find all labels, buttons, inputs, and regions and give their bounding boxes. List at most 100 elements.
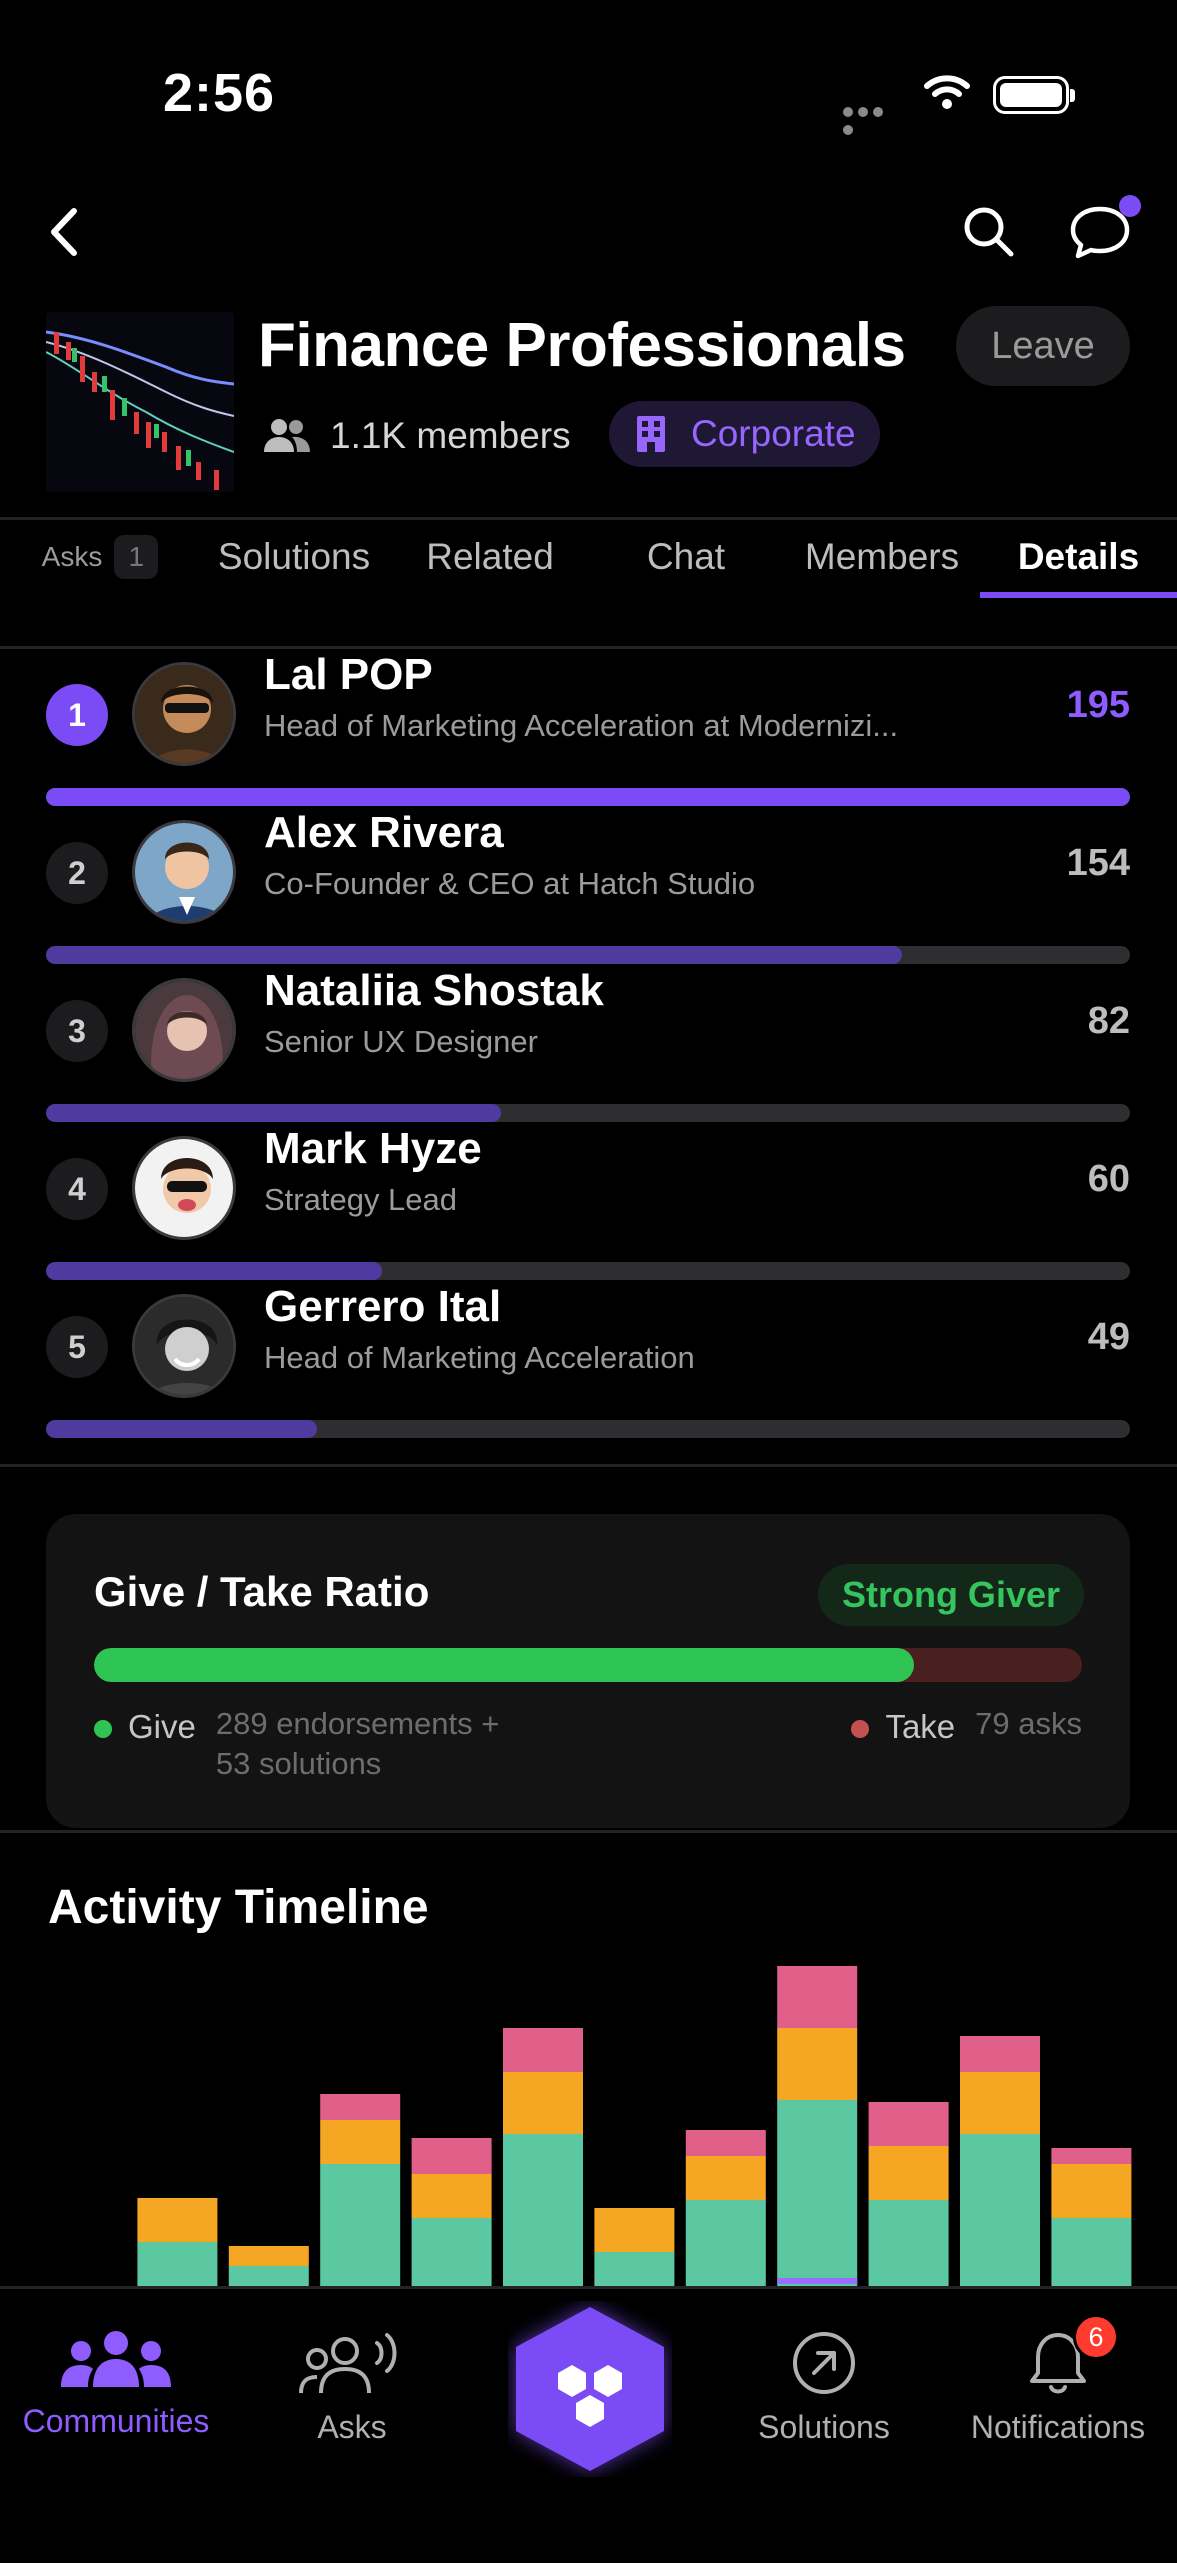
nav-communities[interactable]: Communities [6,2329,226,2440]
tab-asks[interactable]: Asks 1 [30,520,170,594]
bar-segment [320,2164,401,2286]
nav-asks[interactable]: Asks [242,2329,462,2446]
avatar [132,1294,236,1398]
member-score: 49 [1087,1316,1130,1358]
create-button[interactable] [508,2301,672,2477]
bar-segment [868,2102,949,2146]
giver-status-badge: Strong Giver [817,1564,1084,1626]
member-name: Mark Hyze [264,1124,482,1173]
nav-notifications[interactable]: Notifications [948,2329,1168,2446]
asks-count-badge: 1 [114,535,159,579]
communities-icon [61,2331,171,2387]
score-bar [46,1420,1130,1438]
bar-segment [411,2218,492,2286]
group-type-badge: Corporate [609,401,880,467]
bar-segment [228,2266,309,2286]
take-value: 79 asks [975,1706,1082,1741]
divider [0,646,1177,649]
leaderboard-row[interactable]: 5 Gerrero Ital Head of Marketing Acceler… [46,1282,1130,1460]
member-name: Alex Rivera [264,808,504,857]
bottom-nav: Communities Asks Solutions Notifications [0,2286,1177,2563]
leaderboard-row[interactable]: 1 Lal POP Head of Marketing Acceleration… [46,650,1130,828]
take-label: Take [885,1708,956,1745]
activity-chart [137,1966,1132,2286]
divider [0,1830,1177,1833]
member-score: 82 [1087,1000,1130,1042]
avatar [132,978,236,1082]
bar-segment [594,2208,675,2252]
score-bar [46,788,1130,806]
take-dot [851,1720,870,1738]
cellular-signal-icon [843,104,901,135]
rank-badge: 3 [46,1000,108,1062]
nav-solutions[interactable]: Solutions [714,2329,934,2446]
bar-segment [1051,2148,1132,2164]
card-title: Give / Take Ratio [94,1568,430,1615]
nav-communities-label: Communities [22,2403,210,2439]
members-count[interactable]: 1.1K members [262,410,571,462]
people-icon [264,419,310,452]
score-bar [46,1104,1130,1122]
back-button[interactable] [34,196,94,268]
rank-badge: 2 [46,842,108,904]
bar-segment [137,2242,218,2286]
tab-related[interactable]: Related [392,520,588,594]
avatar [132,1136,236,1240]
rank-badge: 5 [46,1316,108,1378]
solutions-icon [793,2332,855,2394]
group-title: Finance Professionals [258,311,906,380]
member-role: Head of Marketing Acceleration [264,1340,695,1375]
give-value-line1: 289 endorsements + [215,1706,500,1741]
give-legend: Give 289 endorsements + 53 solutions [94,1704,556,1784]
rank-badge: 4 [46,1158,108,1220]
give-value-line2: 53 solutions [215,1746,382,1781]
tab-asks-label: Asks [41,541,103,572]
give-take-card: Give / Take Ratio Strong Giver Give 289 … [46,1514,1130,1828]
tab-chat[interactable]: Chat [588,520,784,594]
tab-members[interactable]: Members [784,520,980,594]
give-value: 289 endorsements + 53 solutions [216,1704,556,1784]
bar-segment [960,2072,1040,2134]
hexagon-logo-icon [516,2307,664,2471]
take-legend: Take 79 asks [851,1704,1082,1746]
nav-notifications-label: Notifications [970,2409,1146,2445]
leaderboard-row[interactable]: 3 Nataliia Shostak Senior UX Designer 82 [46,966,1130,1144]
bar-segment [320,2120,401,2164]
search-button[interactable] [954,196,1024,268]
divider [0,1464,1177,1467]
status-time: 2:56 [163,63,276,123]
member-name: Lal POP [264,650,433,699]
give-dot [94,1720,112,1738]
give-label: Give [128,1708,196,1745]
active-tab-indicator [980,592,1177,598]
bar-segment [320,2094,401,2120]
member-score: 195 [1066,684,1130,726]
bar-segment [777,2028,858,2100]
leaderboard-row[interactable]: 2 Alex Rivera Co-Founder & CEO at Hatch … [46,808,1130,986]
chevron-left-icon [51,208,77,256]
unread-dot [1119,195,1141,217]
notification-count-badge: 6 [1073,2314,1119,2360]
leave-button[interactable]: Leave [956,306,1130,386]
member-score: 154 [1066,842,1130,884]
nav-asks-label: Asks [317,2409,387,2445]
asks-icon [299,2333,397,2394]
leaderboard-row[interactable]: 4 Mark Hyze Strategy Lead 60 [46,1124,1130,1302]
bar-segment [1051,2218,1132,2286]
member-name: Gerrero Ital [264,1282,502,1331]
score-bar [46,1262,1130,1280]
bar-segment [868,2146,949,2200]
bar-segment [503,2134,583,2286]
member-role: Strategy Lead [264,1182,458,1217]
bar-segment [1051,2164,1132,2218]
tab-solutions[interactable]: Solutions [196,520,392,594]
member-name: Nataliia Shostak [264,966,604,1015]
group-type-label: Corporate [691,413,856,454]
bar-segment [503,2072,583,2134]
member-role: Senior UX Designer [264,1024,538,1059]
battery-icon [993,76,1075,114]
bar-segment [960,2134,1040,2286]
nav-solutions-label: Solutions [758,2409,890,2445]
tab-details[interactable]: Details [980,520,1177,594]
tab-bar: Asks 1 Solutions Related Chat Members De… [0,520,1177,600]
